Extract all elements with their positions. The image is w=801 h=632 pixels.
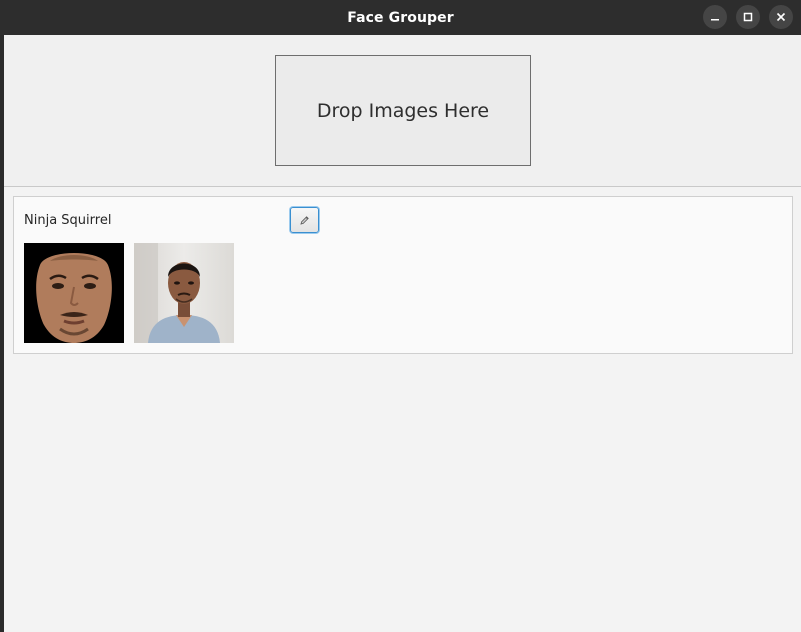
close-button[interactable] [769, 5, 793, 29]
close-icon [776, 12, 786, 22]
thumbnail-row [24, 243, 234, 343]
group-name-label: Ninja Squirrel [24, 213, 112, 228]
maximize-button[interactable] [736, 5, 760, 29]
drop-zone-label: Drop Images Here [316, 99, 490, 122]
person-photo-thumbnail[interactable] [134, 243, 234, 343]
window-title: Face Grouper [347, 9, 454, 26]
face-group-card: Ninja Squirrel [13, 196, 793, 354]
face-crop-thumbnail[interactable] [24, 243, 124, 343]
pencil-icon [300, 215, 309, 225]
minimize-icon [711, 19, 719, 21]
title-bar: Face Grouper [0, 0, 801, 35]
main-window: Drop Images Here Ninja Squirrel [4, 35, 801, 632]
edit-name-button[interactable] [290, 207, 319, 233]
drop-area: Drop Images Here [4, 35, 801, 187]
drop-zone[interactable]: Drop Images Here [275, 55, 531, 166]
window-controls [703, 5, 793, 29]
minimize-button[interactable] [703, 5, 727, 29]
maximize-icon [743, 12, 753, 22]
